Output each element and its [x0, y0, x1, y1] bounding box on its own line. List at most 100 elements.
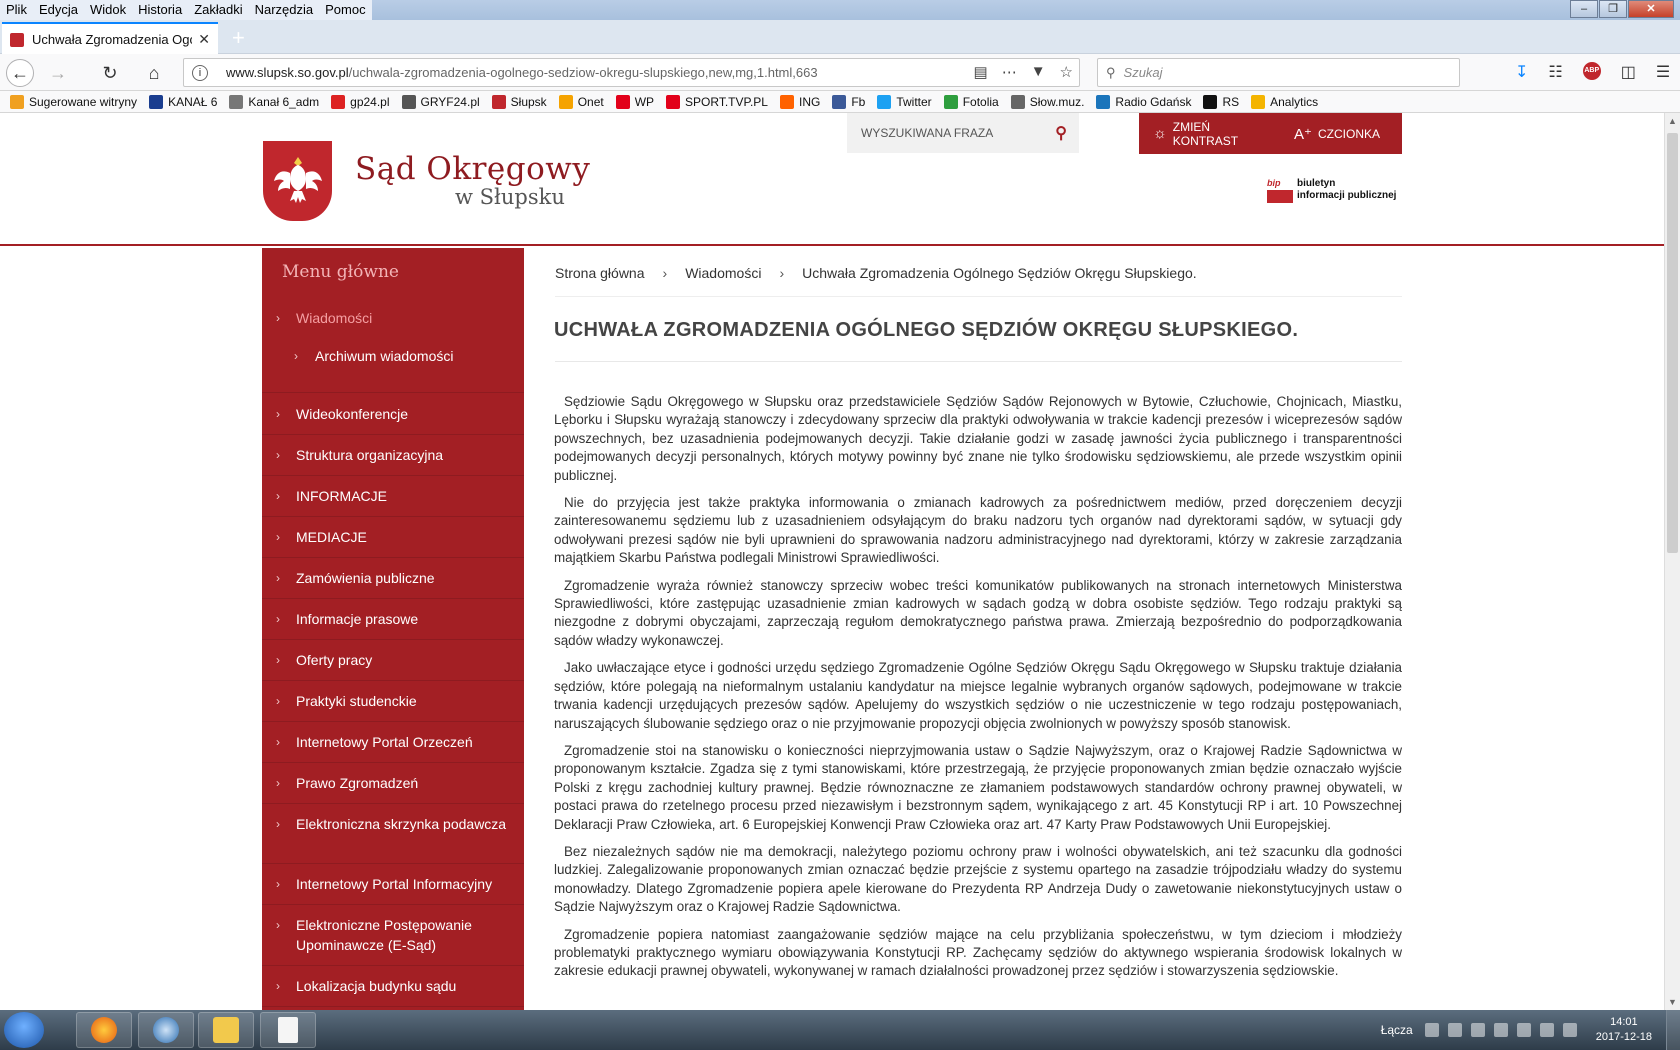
tab-active[interactable]: Uchwała Zgromadzenia Ogólnego ✕ — [2, 22, 218, 55]
show-desktop-button[interactable] — [1666, 1010, 1680, 1050]
forward-button[interactable]: → — [44, 59, 72, 87]
site-search-input[interactable]: WYSZUKIWANA FRAZA ⚲ — [847, 113, 1079, 153]
bookmark-item[interactable]: Kanał 6_adm — [229, 94, 319, 109]
bookmark-item[interactable]: WP — [615, 94, 655, 109]
chevron-right-icon: › — [276, 311, 280, 325]
bookmark-item[interactable]: Sugerowane witryny — [10, 94, 137, 109]
menu-edycja[interactable]: Edycja — [33, 0, 84, 20]
menu-narzedzia[interactable]: Narzędzia — [249, 0, 320, 20]
menu-item[interactable]: › Wideokonferencje — [262, 394, 524, 435]
bookmark-item[interactable]: ING — [779, 94, 820, 109]
browser-search-input[interactable]: ⚲ Szukaj — [1097, 58, 1460, 87]
reader-view-icon[interactable]: ▤ — [974, 63, 988, 81]
close-tab-icon[interactable]: ✕ — [198, 31, 210, 48]
taskbar-thunderbird[interactable] — [138, 1012, 194, 1048]
reload-button[interactable]: ↻ — [96, 59, 124, 87]
menu-item[interactable]: › INFORMACJE — [262, 476, 524, 517]
breadcrumb-home[interactable]: Strona główna — [555, 265, 645, 281]
download-icon[interactable]: ↧ — [1515, 62, 1528, 82]
adblock-icon[interactable]: ABP — [1582, 62, 1601, 80]
taskbar-document[interactable] — [260, 1012, 316, 1048]
network-label[interactable]: Łącza — [1381, 1023, 1413, 1037]
menu-historia[interactable]: Historia — [132, 0, 188, 20]
bip-link[interactable]: bip biuletyn informacji publicznej — [1267, 177, 1396, 203]
font-size-button[interactable]: A⁺ CZCIONKA — [1294, 125, 1380, 143]
scroll-up-icon[interactable]: ▲ — [1668, 116, 1677, 126]
menu-item[interactable]: › Oferty pracy — [262, 640, 524, 681]
coat-of-arms-logo[interactable] — [263, 141, 332, 221]
tray-download-icon[interactable] — [1424, 1023, 1439, 1037]
taskbar-explorer[interactable] — [198, 1012, 254, 1048]
menu-item[interactable]: › Struktura organizacyjna — [262, 435, 524, 476]
bookmark-item[interactable]: Analytics — [1251, 94, 1318, 109]
hamburger-menu-icon[interactable]: ☰ — [1656, 62, 1670, 82]
site-name[interactable]: Sąd Okręgowy — [355, 151, 590, 187]
bookmark-item[interactable]: Radio Gdańsk — [1096, 94, 1191, 109]
font-label: CZCIONKA — [1317, 126, 1380, 141]
bookmark-item[interactable]: KANAŁ 6 — [149, 94, 217, 109]
menu-item[interactable]: › Archiwum wiadomości — [262, 336, 524, 382]
bookmark-item[interactable]: GRYF24.pl — [401, 94, 480, 109]
system-tray: Łącza 14:01 2017-12-18 — [1381, 1010, 1680, 1050]
menu-item[interactable]: › Elektroniczna skrzynka podawcza — [262, 804, 524, 864]
menu-zakladki[interactable]: Zakładki — [188, 0, 248, 20]
sidebar-icon[interactable]: ◫ — [1621, 62, 1636, 82]
menu-item-label: Elektroniczna skrzynka podawcza — [296, 816, 507, 832]
menu-item[interactable]: › Elektroniczne Postępowanie Upominawcze … — [262, 905, 524, 966]
bookmark-item[interactable]: SPORT.TVP.PL — [666, 94, 768, 109]
menu-plik[interactable]: Plik — [0, 0, 33, 20]
window-controls: – ❐ ✕ — [1569, 0, 1674, 18]
menu-item[interactable]: › Prawo Zgromadzeń — [262, 763, 524, 804]
site-info-icon[interactable]: i — [192, 64, 208, 81]
menu-pomoc[interactable]: Pomoc — [319, 0, 371, 20]
bookmark-favicon-icon — [779, 94, 794, 109]
tray-speaker-icon[interactable] — [1562, 1023, 1577, 1037]
bookmark-item[interactable]: Fotolia — [943, 94, 999, 109]
maximize-button[interactable]: ❐ — [1599, 0, 1627, 18]
chevron-right-icon: › — [276, 694, 280, 708]
bookmark-item[interactable]: Onet — [558, 94, 604, 109]
bookmark-label: WP — [634, 94, 655, 109]
page-scrollbar[interactable]: ▲ ▼ — [1664, 113, 1680, 1010]
contrast-button[interactable]: ☼ ZMIEŃ KONTRAST — [1153, 120, 1272, 148]
menu-item[interactable]: › Praktyki studenckie — [262, 681, 524, 722]
bookmark-item[interactable]: Fb — [832, 94, 865, 109]
menu-item[interactable]: › Internetowy Portal Informacyjny — [262, 864, 524, 905]
menu-item[interactable]: › MEDIACJE — [262, 517, 524, 558]
back-button[interactable]: ← — [6, 59, 34, 87]
bookmark-star-icon[interactable]: ☆ — [1060, 63, 1073, 81]
tray-network-icon[interactable] — [1539, 1023, 1554, 1037]
new-tab-button[interactable]: + — [232, 25, 245, 51]
address-bar[interactable]: i www.slupsk.so.gov.pl/uchwala-zgromadze… — [183, 58, 1080, 87]
menu-item[interactable]: › Internetowy Portal Orzeczeń — [262, 722, 524, 763]
start-button[interactable] — [4, 1012, 44, 1048]
bookmark-item[interactable]: Słow.muz. — [1010, 94, 1084, 109]
taskbar-firefox[interactable] — [76, 1012, 132, 1048]
pocket-icon[interactable]: ▼ — [1031, 63, 1046, 81]
bookmark-item[interactable]: Słupsk — [491, 94, 547, 109]
scrollbar-thumb[interactable] — [1667, 133, 1678, 553]
scroll-down-icon[interactable]: ▼ — [1668, 997, 1677, 1007]
menu-item[interactable]: › Lokalizacja budynku sądu — [262, 966, 524, 1007]
menu-item[interactable]: › Informacje prasowe — [262, 599, 524, 640]
menu-item[interactable]: › Wiadomości — [262, 298, 524, 330]
breadcrumb-news[interactable]: Wiadomości — [685, 265, 761, 281]
search-icon[interactable]: ⚲ — [1055, 123, 1067, 143]
library-icon[interactable]: ☷ — [1548, 62, 1562, 82]
tray-flag-icon[interactable] — [1516, 1023, 1531, 1037]
tray-monitor-icon[interactable] — [1470, 1023, 1485, 1037]
menu-item[interactable]: › Zamówienia publiczne — [262, 558, 524, 599]
menu-widok[interactable]: Widok — [84, 0, 132, 20]
bookmark-item[interactable]: RS — [1203, 94, 1239, 109]
menu-item-label: Elektroniczne Postępowanie Upominawcze (… — [296, 917, 472, 953]
close-window-button[interactable]: ✕ — [1628, 0, 1674, 18]
tray-volume-icon[interactable] — [1493, 1023, 1508, 1037]
clock[interactable]: 14:01 2017-12-18 — [1596, 1015, 1652, 1045]
home-button[interactable]: ⌂ — [140, 59, 168, 87]
tray-chrome-icon[interactable] — [1447, 1023, 1462, 1037]
site-subname[interactable]: w Słupsku — [455, 185, 565, 209]
bookmark-item[interactable]: gp24.pl — [331, 94, 390, 109]
minimize-button[interactable]: – — [1570, 0, 1598, 18]
page-actions-icon[interactable]: ⋯ — [1002, 63, 1017, 81]
bookmark-item[interactable]: Twitter — [877, 94, 932, 109]
